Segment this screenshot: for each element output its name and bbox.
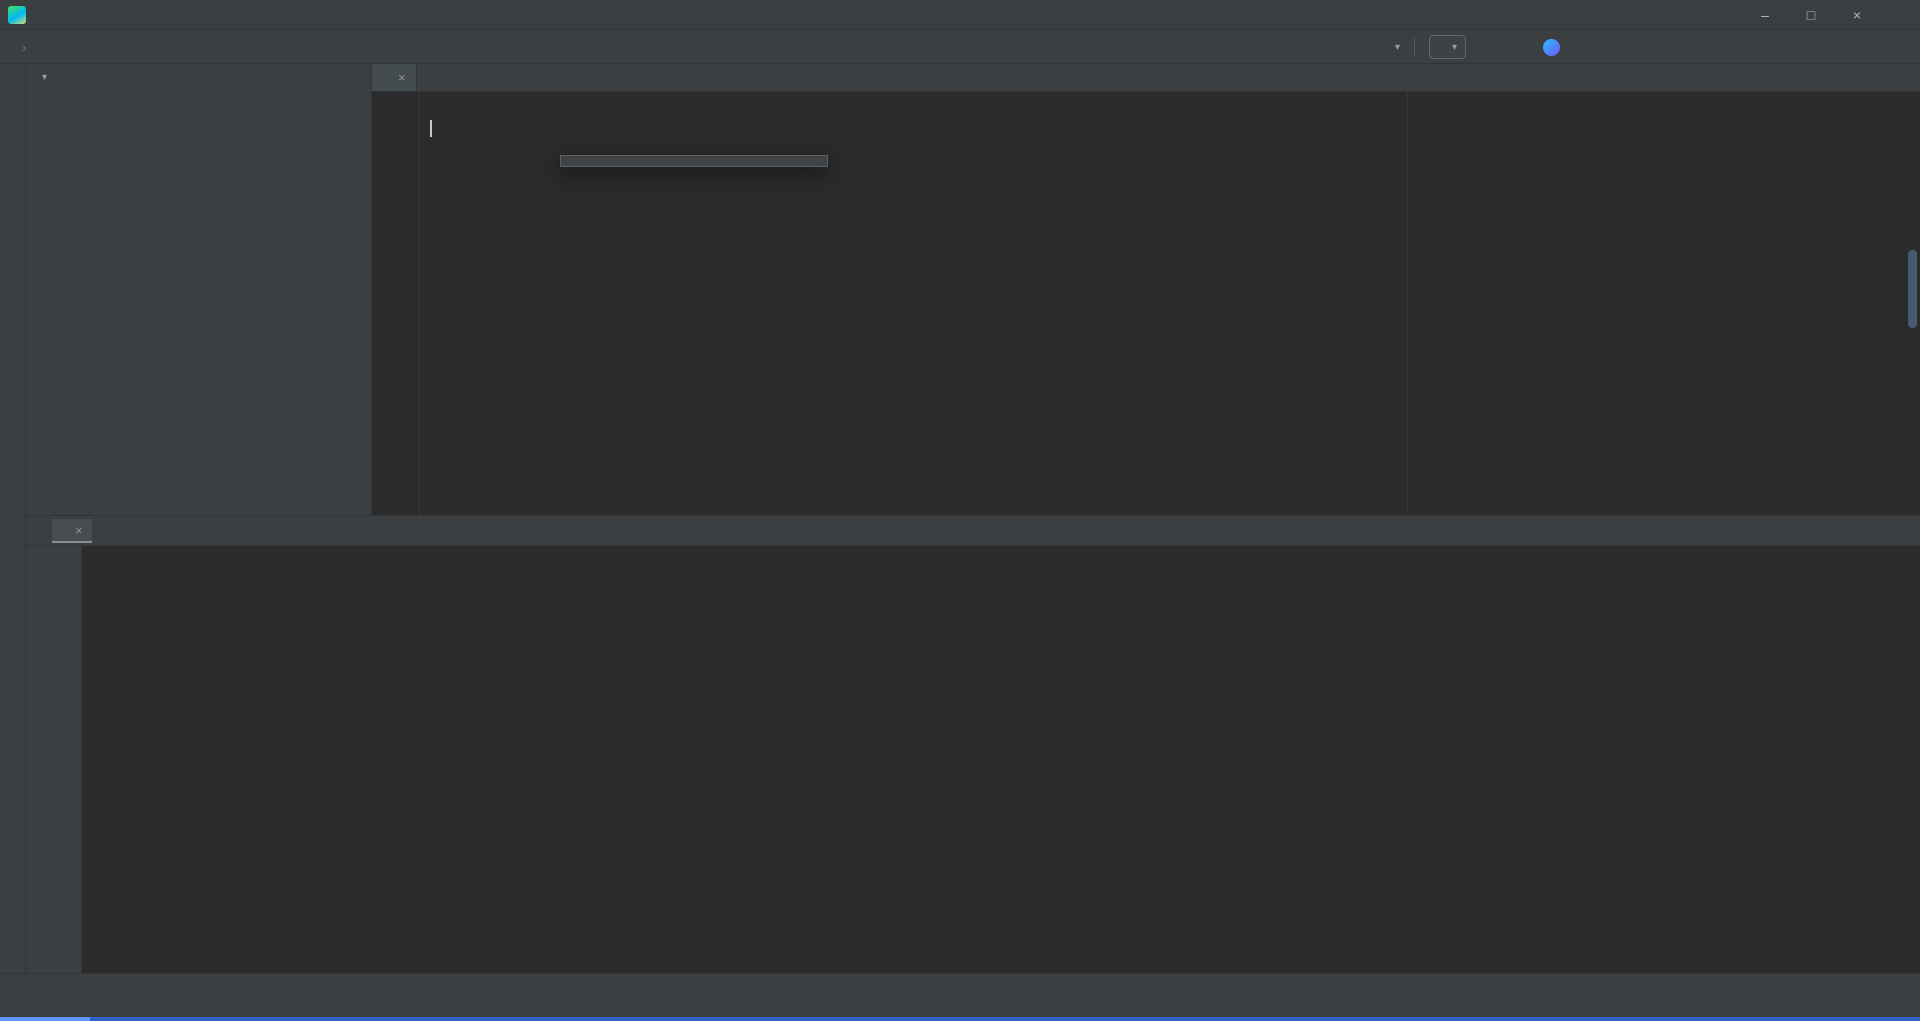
toolbar-divider xyxy=(1413,38,1415,56)
breadcrumb-separator-icon: › xyxy=(22,38,27,55)
chevron-down-icon: ▾ xyxy=(1394,41,1400,53)
main-toolbar: › ▾ ▾ xyxy=(0,30,1920,64)
notifications-bell-icon[interactable] xyxy=(1896,999,1910,1013)
right-margin-guide xyxy=(1407,92,1408,515)
run-tab[interactable]: × xyxy=(52,518,92,543)
editor-tab-bar: × xyxy=(372,64,1920,92)
window-bottom-accent xyxy=(0,1017,1920,1021)
profile-icon[interactable] xyxy=(1543,38,1560,56)
toolbar-right-cluster: ▾ ▾ xyxy=(1393,30,1560,64)
title-bar: – □ × xyxy=(0,0,1920,30)
editor-caret xyxy=(430,120,432,137)
inspections-ok-icon[interactable] xyxy=(1890,97,1906,113)
pycharm-window: – □ × › ▾ ▾ ▾ × × xyxy=(0,0,1920,1021)
minimize-button[interactable]: – xyxy=(1742,0,1788,30)
project-panel: ▾ xyxy=(26,64,372,515)
editor-area: × xyxy=(372,64,1920,515)
editor-gutter xyxy=(372,92,420,515)
window-controls: – □ × xyxy=(1742,0,1880,30)
run-panel-header: × xyxy=(26,516,1920,546)
run-config-combo[interactable]: ▾ xyxy=(1428,35,1466,59)
editor-scrollbar-thumb[interactable] xyxy=(1908,250,1917,328)
close-tab-icon[interactable]: × xyxy=(398,70,406,85)
run-console[interactable] xyxy=(83,546,1920,973)
left-tool-window-stripe xyxy=(0,64,26,973)
pycharm-logo-icon xyxy=(8,5,26,24)
run-tool-window: × xyxy=(26,515,1920,973)
status-bar xyxy=(0,996,1920,1017)
run-panel-toolbar xyxy=(26,546,82,973)
bottom-tool-window-stripe xyxy=(0,973,1920,996)
code-with-me-button[interactable]: ▾ xyxy=(1393,42,1400,53)
maximize-button[interactable]: □ xyxy=(1788,0,1834,30)
project-panel-header: ▾ xyxy=(26,64,371,90)
editor-tab[interactable]: × xyxy=(372,64,417,91)
chevron-down-icon[interactable]: ▾ xyxy=(42,72,47,83)
chevron-down-icon: ▾ xyxy=(1451,41,1457,53)
close-button[interactable]: × xyxy=(1834,0,1880,30)
close-tab-icon[interactable]: × xyxy=(75,523,83,538)
editor-context-menu xyxy=(560,155,828,167)
